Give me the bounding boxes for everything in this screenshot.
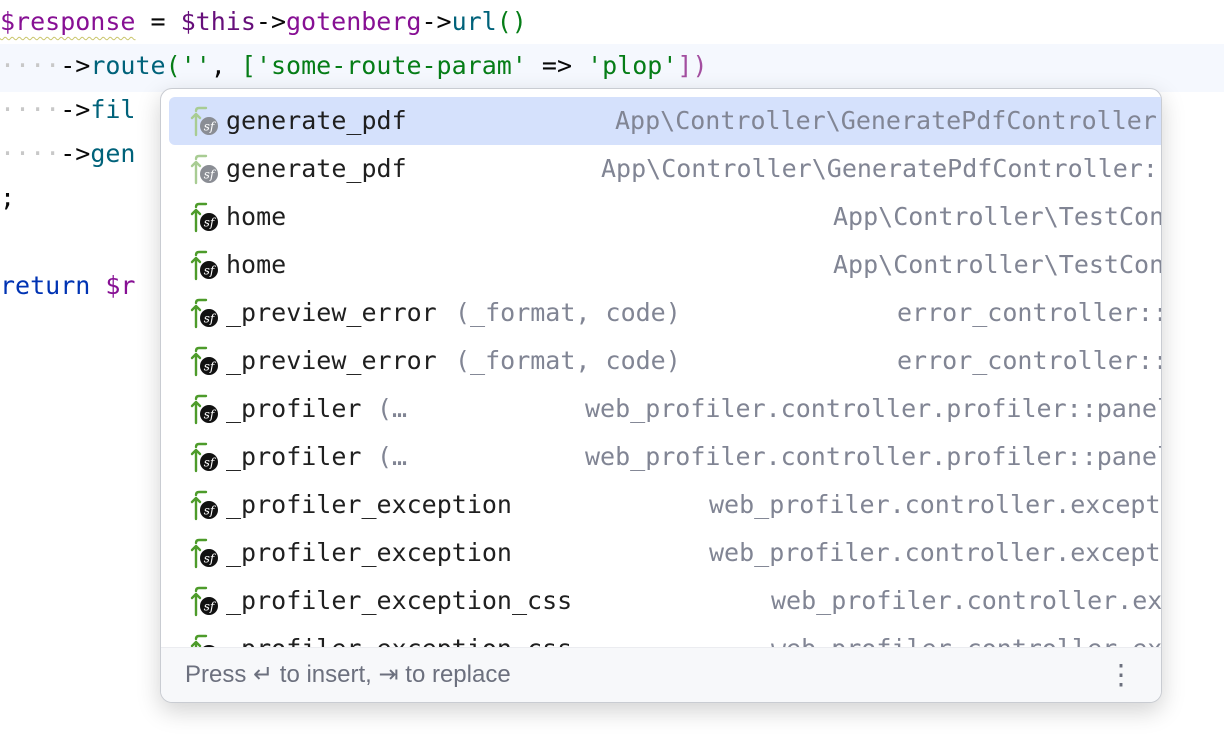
completion-footer: Press ↵ to insert, ⇥ to replace ⋮	[161, 647, 1161, 702]
this-variable: $this	[180, 7, 256, 36]
completion-item-name: _profiler	[226, 394, 362, 423]
completion-item-params: (_format, code)	[455, 346, 681, 375]
method-url: url	[451, 7, 497, 36]
completion-item-location: App\Controller\GeneratePdfController::__…	[615, 106, 1161, 135]
completion-item[interactable]: generate_pdf App\Controller\GeneratePdfCo…	[169, 97, 1161, 145]
completion-item-location: web_profiler.controller.exception_pa…:…	[709, 538, 1161, 567]
symfony-route-icon	[190, 202, 220, 233]
completion-item-name: _profiler_exception_css	[226, 586, 573, 615]
completion-item[interactable]: _preview_error (_format, code) error_contr…	[169, 337, 1161, 385]
completion-item-params: (…	[377, 394, 408, 423]
open-bracket: [	[240, 51, 256, 80]
symfony-route-icon	[190, 394, 220, 425]
completion-item-location: web_profiler.controller.profiler::panelA…	[585, 442, 1161, 471]
close-bracket: ]	[677, 51, 693, 80]
symfony-route-icon	[190, 490, 220, 521]
completion-item-name: _profiler_exception	[226, 490, 512, 519]
completion-item[interactable]: _profiler_exception_css web_profiler.cont…	[169, 625, 1161, 647]
completion-item-location: App\Controller\GeneratePdfController::__…	[601, 154, 1161, 183]
symfony-route-icon	[190, 346, 220, 377]
symfony-route-icon	[190, 442, 220, 473]
symfony-route-icon	[190, 586, 220, 617]
completion-item[interactable]: _profiler_exception_css web_profiler.cont…	[169, 577, 1161, 625]
code-line-1: $response = $this->gotenberg->url()	[0, 0, 1224, 48]
completion-item-name: _profiler_exception	[226, 538, 512, 567]
completion-item-name: _preview_error	[226, 298, 437, 327]
completion-item-name: home	[226, 202, 287, 231]
symfony-route-icon-faded	[190, 154, 220, 185]
return-variable: $r	[90, 271, 136, 300]
completion-popup[interactable]: generate_pdf App\Controller\GeneratePdfCo…	[160, 88, 1162, 703]
arrow-operator: ->	[60, 95, 91, 124]
completion-item-name: generate_pdf	[226, 154, 407, 183]
completion-item-location: web_profiler.controller.exceptio…:…	[771, 586, 1161, 615]
indent-dots: ····	[0, 95, 61, 124]
symfony-route-icon-faded	[190, 106, 220, 137]
completion-list[interactable]: generate_pdf App\Controller\GeneratePdfCo…	[161, 89, 1161, 647]
method-route: route	[90, 51, 166, 80]
comma: ,	[210, 51, 241, 80]
completion-item-name: _preview_error	[226, 346, 437, 375]
completion-item[interactable]: _profiler (… web_profiler.controller.profi…	[169, 433, 1161, 481]
symfony-route-icon	[190, 298, 220, 329]
symfony-route-icon	[190, 538, 220, 569]
fat-arrow: =>	[526, 51, 588, 80]
open-paren: (	[165, 51, 181, 80]
completion-item-name: home	[226, 250, 287, 279]
completion-item[interactable]: generate_pdf App\Controller\GeneratePdfCo…	[169, 145, 1161, 193]
completion-item-location: App\Controller\TestControlle:r	[833, 202, 1161, 231]
completion-item-location: App\Controller\TestControlle:r	[833, 250, 1161, 279]
completion-item[interactable]: _profiler_exception web_profiler.controll…	[169, 529, 1161, 577]
string-param-value: 'plop'	[587, 51, 678, 80]
code-line-2: ····->route('', ['some-route-param' => '…	[0, 44, 1224, 92]
completion-item[interactable]: _profiler_exception web_profiler.controll…	[169, 481, 1161, 529]
symfony-route-icon	[190, 634, 220, 647]
completion-item[interactable]: home App\Controller\TestControlle:r	[169, 241, 1161, 289]
string-param-key: 'some-route-param'	[255, 51, 527, 80]
completion-item-name: _profiler	[226, 442, 362, 471]
arrow-operator: ->	[421, 7, 452, 36]
method-partial: fil	[90, 95, 136, 124]
completion-item-name: generate_pdf	[226, 106, 407, 135]
completion-item-params: (…	[377, 442, 408, 471]
parens: ()	[496, 7, 527, 36]
assign-operator: =	[135, 7, 181, 36]
completion-item-name: _profiler_exception_css	[226, 625, 572, 647]
string-empty: ''	[180, 51, 211, 80]
completion-item-location: error_controller::preview:w	[897, 298, 1161, 327]
completion-item-location: web_profiler.controller.exceptio…:…	[771, 625, 1161, 647]
indent-dots: ····	[0, 51, 61, 80]
completion-item-location: web_profiler.controller.exception_pa…:…	[709, 490, 1161, 519]
footer-hint: Press ↵ to insert, ⇥ to replace	[185, 661, 511, 688]
return-keyword: return	[0, 271, 91, 300]
completion-item[interactable]: home App\Controller\TestControlle:r	[169, 193, 1161, 241]
symfony-route-icon	[190, 250, 220, 281]
property-gotenberg: gotenberg	[286, 7, 422, 36]
semicolon: ;	[0, 183, 16, 212]
completion-item[interactable]: _profiler (… web_profiler.controller.profi…	[169, 385, 1161, 433]
arrow-operator: ->	[255, 7, 286, 36]
completion-item-location: web_profiler.controller.profiler::panelA…	[585, 394, 1161, 423]
variable-response: $response	[0, 7, 136, 36]
indent-dots: ····	[0, 139, 61, 168]
arrow-operator: ->	[60, 139, 91, 168]
completion-item[interactable]: _preview_error (_format, code) error_contr…	[169, 289, 1161, 337]
method-partial: gen	[90, 139, 136, 168]
close-paren: )	[692, 51, 708, 80]
completion-item-location: error_controller::preview:w	[897, 346, 1161, 375]
completion-item-params: (_format, code)	[455, 298, 681, 327]
more-options-icon[interactable]: ⋮	[1107, 648, 1135, 702]
arrow-operator: ->	[60, 51, 91, 80]
